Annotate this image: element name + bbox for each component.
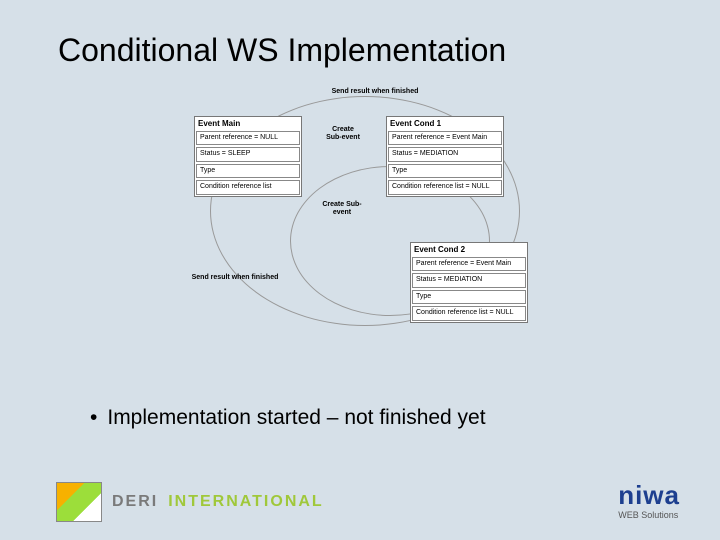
entity-cond2-header: Event Cond 2: [411, 243, 527, 256]
entity-cond2-row: Parent reference = Event Main: [412, 257, 526, 271]
entity-cond2-row: Type: [412, 290, 526, 304]
deri-label: DERI: [112, 493, 158, 511]
entity-main-row: Condition reference list: [196, 180, 300, 194]
entity-cond2: Event Cond 2 Parent reference = Event Ma…: [410, 242, 528, 323]
bullet-dot-icon: •: [90, 406, 97, 429]
entity-cond1-row: Status = MEDIATION: [388, 147, 502, 161]
entity-cond1-header: Event Cond 1: [387, 117, 503, 130]
entity-main: Event Main Parent reference = NULL Statu…: [194, 116, 302, 197]
deri-logo-icon: [56, 482, 102, 522]
connector-left-label: Send result when finished: [190, 274, 280, 282]
connector-create-sub-1: Create Sub-event: [326, 126, 360, 141]
bullet-text: Implementation started – not finished ye…: [107, 406, 485, 429]
entity-cond2-row: Status = MEDIATION: [412, 273, 526, 287]
entity-cond1-row: Parent reference = Event Main: [388, 131, 502, 145]
entity-cond1-row: Condition reference list = NULL: [388, 180, 502, 194]
entity-cond1-row: Type: [388, 164, 502, 178]
niwa-word: niwa: [618, 484, 680, 507]
niwa-subtitle: WEB Solutions: [618, 510, 678, 520]
entity-main-header: Event Main: [195, 117, 301, 130]
footer: DERI INTERNATIONAL niwa WEB Solutions: [0, 464, 720, 540]
connector-create-sub-2: Create Sub-event: [322, 201, 362, 216]
deri-international-label: INTERNATIONAL: [168, 493, 323, 511]
bullet-item: • Implementation started – not finished y…: [90, 406, 486, 430]
connector-top-label: Send result when finished: [330, 88, 420, 96]
niwa-logo: niwa WEB Solutions: [618, 484, 680, 519]
diagram: Send result when finished Create Sub-eve…: [180, 86, 560, 384]
entity-main-row: Parent reference = NULL: [196, 131, 300, 145]
niwa-text: niwa: [618, 484, 680, 507]
entity-main-row: Type: [196, 164, 300, 178]
entity-cond2-row: Condition reference list = NULL: [412, 306, 526, 320]
entity-main-row: Status = SLEEP: [196, 147, 300, 161]
slide-title: Conditional WS Implementation: [58, 32, 506, 69]
entity-cond1: Event Cond 1 Parent reference = Event Ma…: [386, 116, 504, 197]
